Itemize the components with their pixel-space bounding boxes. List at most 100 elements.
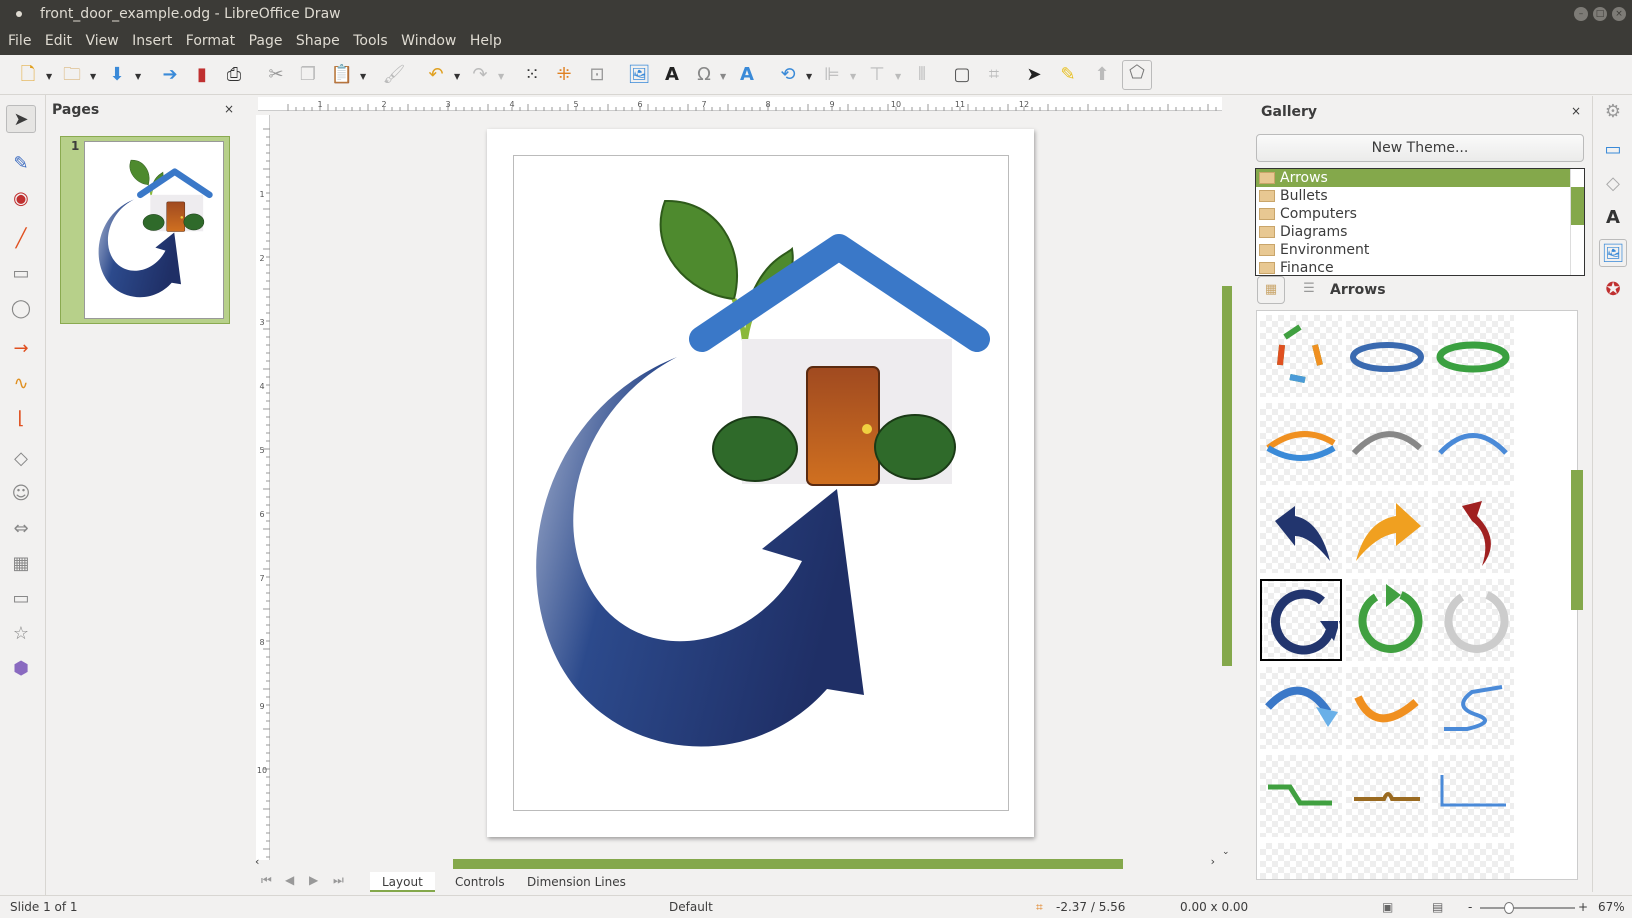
- fontwork-icon[interactable]: A: [735, 63, 759, 87]
- tab-controls[interactable]: Controls: [443, 872, 517, 892]
- block-arrows-icon[interactable]: ⇔: [6, 515, 36, 543]
- menu-edit[interactable]: Edit: [45, 33, 72, 49]
- redo-icon[interactable]: ↷: [468, 63, 492, 87]
- vertical-ruler[interactable]: 1 2 3 4 5 6 7 8 9 10: [256, 115, 270, 860]
- first-page-button[interactable]: ⏮: [261, 873, 272, 888]
- gallery-item[interactable]: [1432, 755, 1514, 837]
- theme-item-bullets[interactable]: Bullets: [1256, 187, 1584, 205]
- horizontal-scrollbar-thumb[interactable]: [453, 859, 1123, 869]
- page-thumbnail-1[interactable]: 1: [60, 136, 230, 324]
- insert-text-icon[interactable]: A: [660, 63, 684, 87]
- theme-list-scrollbar[interactable]: [1570, 169, 1584, 275]
- gallery-item[interactable]: [1432, 843, 1514, 879]
- zoom-level[interactable]: 67%: [1598, 896, 1625, 918]
- gallery-item[interactable]: [1346, 491, 1428, 573]
- vertical-scrollbar[interactable]: ⌄: [1222, 97, 1232, 859]
- theme-item-finance[interactable]: Finance: [1256, 259, 1584, 275]
- gallery-item[interactable]: [1432, 315, 1514, 397]
- connector-icon[interactable]: ⌊: [6, 405, 36, 433]
- glue-points-icon[interactable]: ✎: [1056, 63, 1080, 87]
- detailed-view-button[interactable]: ☰: [1295, 276, 1323, 304]
- master-page-name[interactable]: Default: [669, 896, 713, 918]
- theme-item-computers[interactable]: Computers: [1256, 205, 1584, 223]
- icon-view-button[interactable]: ▦: [1257, 276, 1285, 304]
- insert-image-icon[interactable]: 🖼: [627, 63, 651, 87]
- show-draw-functions-icon[interactable]: ⬠: [1122, 60, 1152, 90]
- scroll-right-arrow[interactable]: ›: [1211, 855, 1215, 868]
- vertical-scrollbar-thumb[interactable]: [1222, 286, 1232, 666]
- close-pages-panel-button[interactable]: ×: [224, 102, 234, 116]
- gallery-item[interactable]: [1346, 667, 1428, 749]
- minimize-button[interactable]: –: [1574, 7, 1588, 21]
- gallery-item[interactable]: [1432, 491, 1514, 573]
- zoom-slider[interactable]: [1480, 902, 1575, 914]
- gallery-item[interactable]: [1260, 315, 1342, 397]
- gallery-item[interactable]: [1432, 579, 1514, 661]
- horizontal-ruler[interactable]: 1 2 3 4 5 6 7 8 9 10 11 12: [258, 97, 1241, 111]
- gallery-item[interactable]: [1432, 667, 1514, 749]
- close-gallery-button[interactable]: ×: [1571, 104, 1581, 118]
- export-icon[interactable]: ➔: [158, 63, 182, 87]
- theme-item-arrows[interactable]: Arrows: [1256, 169, 1584, 187]
- scroll-left-arrow[interactable]: ‹: [255, 855, 259, 868]
- zoom-out-button[interactable]: -: [1468, 896, 1472, 918]
- gallery-item[interactable]: [1260, 667, 1342, 749]
- menu-insert[interactable]: Insert: [132, 33, 172, 49]
- menu-file[interactable]: File: [8, 33, 31, 49]
- paste-icon[interactable]: 📋: [330, 63, 354, 87]
- points-icon[interactable]: ➤: [1022, 63, 1046, 87]
- align-icon[interactable]: ⊫: [820, 63, 844, 87]
- menu-tools[interactable]: Tools: [353, 33, 388, 49]
- transformations-icon[interactable]: ⟲: [776, 63, 800, 87]
- fill-color-icon[interactable]: ◉: [6, 185, 36, 213]
- menu-page[interactable]: Page: [249, 33, 283, 49]
- navigator-icon[interactable]: ✪: [1599, 276, 1627, 304]
- cut-icon[interactable]: ✂: [264, 63, 288, 87]
- copy-icon[interactable]: ❐: [296, 63, 320, 87]
- crop-icon[interactable]: ⌗: [982, 63, 1006, 87]
- rectangle-icon[interactable]: ▭: [6, 260, 36, 288]
- page[interactable]: [487, 129, 1034, 837]
- gallery-item[interactable]: [1260, 579, 1342, 661]
- distribute-icon[interactable]: ⦀: [910, 63, 934, 87]
- undo-icon[interactable]: ↶: [424, 63, 448, 87]
- scroll-down-arrow[interactable]: ⌄: [1222, 847, 1230, 857]
- lines-arrows-icon[interactable]: →: [6, 335, 36, 363]
- menu-help[interactable]: Help: [470, 33, 502, 49]
- sidebar-settings-icon[interactable]: ⚙: [1599, 98, 1627, 126]
- curve-icon[interactable]: ∿: [6, 370, 36, 398]
- gallery-scrollbar[interactable]: [1571, 310, 1583, 880]
- next-page-button[interactable]: ▶: [309, 873, 318, 887]
- gallery-item[interactable]: [1260, 403, 1342, 485]
- theme-list[interactable]: Arrows Bullets Computers Diagrams Enviro…: [1255, 168, 1585, 276]
- tab-dimension-lines[interactable]: Dimension Lines: [515, 872, 638, 892]
- gallery-item[interactable]: [1260, 843, 1342, 879]
- gallery-item[interactable]: [1260, 491, 1342, 573]
- save-icon[interactable]: ⬇: [105, 63, 129, 87]
- theme-item-environment[interactable]: Environment: [1256, 241, 1584, 259]
- ellipse-icon[interactable]: ◯: [6, 295, 36, 323]
- arrange-icon[interactable]: ⊤: [865, 63, 889, 87]
- basic-shapes-icon[interactable]: ◇: [6, 445, 36, 473]
- theme-item-diagrams[interactable]: Diagrams: [1256, 223, 1584, 241]
- gallery-icon[interactable]: 🖼: [1599, 239, 1627, 267]
- menu-view[interactable]: View: [85, 33, 118, 49]
- zoom-in-button[interactable]: +: [1578, 896, 1588, 918]
- tab-layout[interactable]: Layout: [370, 872, 435, 892]
- line-color-icon[interactable]: ✎: [6, 150, 36, 178]
- shapes-icon[interactable]: ◇: [1599, 170, 1627, 198]
- gallery-item[interactable]: [1346, 843, 1428, 879]
- menu-shape[interactable]: Shape: [296, 33, 340, 49]
- print-icon[interactable]: ⎙: [222, 63, 246, 87]
- toggle-extrusion-icon[interactable]: ⬆: [1090, 63, 1114, 87]
- line-icon[interactable]: ╱: [6, 225, 36, 253]
- prev-page-button[interactable]: ◀: [285, 873, 294, 887]
- callouts-icon[interactable]: ▭: [6, 585, 36, 613]
- maximize-button[interactable]: □: [1593, 7, 1607, 21]
- last-page-button[interactable]: ⏭: [333, 873, 344, 888]
- new-theme-button[interactable]: New Theme...: [1256, 134, 1584, 162]
- special-character-icon[interactable]: Ω: [692, 63, 716, 87]
- properties-icon[interactable]: ▭: [1599, 136, 1627, 164]
- clone-formatting-icon[interactable]: 🖌: [382, 63, 406, 87]
- zoom-slider-handle[interactable]: [1504, 902, 1514, 914]
